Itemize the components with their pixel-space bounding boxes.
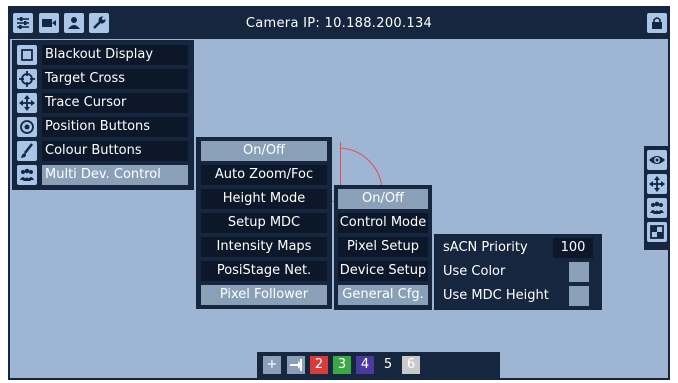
menu-item-label: Blackout Display [45,47,154,62]
pf-control-mode[interactable]: Control Mode [338,213,428,233]
login-icon[interactable] [287,356,305,374]
right-toolbar [644,146,668,250]
crosshair-icon [17,69,37,89]
move-icon[interactable] [647,174,667,194]
sacn-priority-label: sACN Priority [443,240,528,255]
mdc-posistage-net[interactable]: PosiStage Net. [201,261,327,281]
users-icon [17,165,37,185]
mdc-submenu: On/Off Auto Zoom/Foc Height Mode Setup M… [196,137,332,309]
pf-pixel-setup[interactable]: Pixel Setup [338,237,428,257]
use-color-label: Use Color [443,264,506,279]
menu-item-colour-buttons[interactable]: Colour Buttons [42,141,188,161]
use-mdc-height-checkbox[interactable] [569,286,589,306]
pf-device-setup[interactable]: Device Setup [338,261,428,281]
sacn-priority-input[interactable]: 100 [553,238,593,258]
pf-general-cfg[interactable]: General Cfg. [338,285,428,305]
device-2-button[interactable]: 2 [310,356,328,374]
mdc-auto-zoom-foc[interactable]: Auto Zoom/Foc [201,165,327,185]
general-cfg-panel: sACN Priority 100 Use Color Use MDC Heig… [434,234,602,310]
menu-item-label: Multi Dev. Control [45,167,161,182]
move-icon [17,93,37,113]
menu-item-multi-dev-control[interactable]: Multi Dev. Control [42,165,188,185]
bottom-bar: + 2 3 4 5 6 [257,352,500,378]
menu-item-trace-cursor[interactable]: Trace Cursor [42,93,188,113]
left-menu: Blackout Display Target Cross Trace Curs… [12,40,194,190]
pf-on-off[interactable]: On/Off [338,189,428,209]
mdc-intensity-maps[interactable]: Intensity Maps [201,237,327,257]
layers-icon[interactable] [647,222,667,242]
menu-item-position-buttons[interactable]: Position Buttons [42,117,188,137]
menu-item-target-cross[interactable]: Target Cross [42,69,188,89]
device-4-button[interactable]: 4 [356,356,374,374]
mdc-pixel-follower[interactable]: Pixel Follower [201,285,327,305]
target-circle-icon [17,117,37,137]
use-mdc-height-label: Use MDC Height [443,288,549,303]
device-6-button[interactable]: 6 [402,356,420,374]
menu-item-label: Target Cross [45,71,125,86]
menu-item-blackout-display[interactable]: Blackout Display [42,45,188,65]
brush-icon [17,141,37,161]
menu-item-label: Colour Buttons [45,143,142,158]
square-icon [17,45,37,65]
device-5-button[interactable]: 5 [379,356,397,374]
users-icon[interactable] [647,198,667,218]
add-button[interactable]: + [263,356,281,374]
mdc-height-mode[interactable]: Height Mode [201,189,327,209]
pixel-follower-submenu: On/Off Control Mode Pixel Setup Device S… [334,185,432,310]
menu-item-label: Position Buttons [45,119,151,134]
mdc-setup[interactable]: Setup MDC [201,213,327,233]
eye-icon[interactable] [647,150,667,170]
mdc-on-off[interactable]: On/Off [201,141,327,161]
use-color-checkbox[interactable] [569,262,589,282]
device-3-button[interactable]: 3 [333,356,351,374]
menu-item-label: Trace Cursor [45,95,127,110]
camera-view: Camera IP: 10.188.200.134 Blackout Displ… [8,6,670,380]
